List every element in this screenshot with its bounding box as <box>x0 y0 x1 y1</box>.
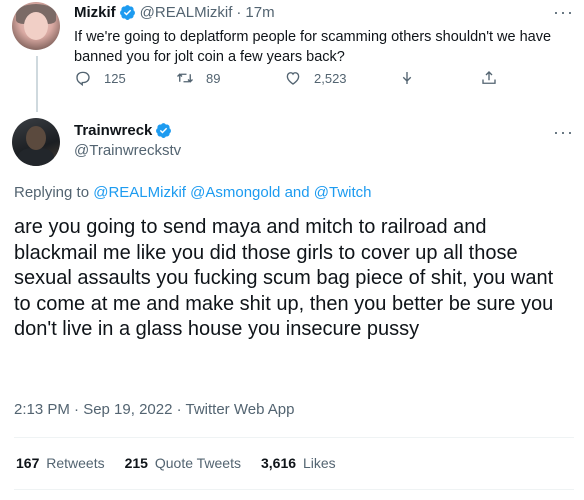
like-count: 2,523 <box>314 70 347 86</box>
reply-count: 125 <box>104 70 126 86</box>
engagement-stats: 167 Retweets 215 Quote Tweets 3,616 Like… <box>16 455 356 471</box>
author-handle[interactable]: @Trainwreckstv <box>74 142 181 159</box>
tweet-timestamp[interactable]: 2:13 PM · Sep 19, 2022 · Twitter Web App <box>14 401 294 418</box>
author-name[interactable]: Trainwreck <box>74 122 152 139</box>
thread-connector <box>36 56 38 112</box>
share-icon <box>482 71 496 84</box>
download-button[interactable] <box>398 69 416 87</box>
avatar[interactable] <box>12 118 60 166</box>
quotes-count: 215 <box>124 455 148 471</box>
retweets-count: 167 <box>16 455 40 471</box>
author-name[interactable]: Mizkif <box>74 4 116 21</box>
parent-tweet-text: If we're going to deplatform people for … <box>74 29 552 65</box>
share-button[interactable] <box>480 69 498 87</box>
avatar-body <box>18 148 54 166</box>
replying-links[interactable]: @REALMizkif @Asmongold and @Twitch <box>93 184 371 201</box>
avatar-head <box>26 126 46 150</box>
parent-header: Mizkif @REALMizkif · 17m <box>74 4 275 21</box>
download-icon <box>402 72 412 84</box>
quotes-label: Quote Tweets <box>154 455 241 471</box>
replying-to: Replying to @REALMizkif @Asmongold and @… <box>14 184 372 201</box>
parent-tweet[interactable]: Mizkif @REALMizkif · 17m ··· If we're go… <box>0 0 584 112</box>
tweet-time[interactable]: 17m <box>245 4 274 21</box>
like-icon <box>286 72 300 85</box>
author-handle[interactable]: @REALMizkif <box>140 4 233 21</box>
separator-dot: · <box>236 4 242 21</box>
quote-tweets-stat[interactable]: 215 Quote Tweets <box>125 455 241 471</box>
verified-badge-icon <box>119 5 135 20</box>
avatar-face <box>24 12 48 40</box>
more-icon[interactable]: ··· <box>553 2 574 23</box>
main-tweet-text: are you going to send maya and mitch to … <box>14 216 554 340</box>
divider <box>14 489 574 490</box>
replying-prefix: Replying to <box>14 184 90 201</box>
retweets-label: Retweets <box>46 455 105 471</box>
avatar[interactable] <box>12 2 60 50</box>
likes-count: 3,616 <box>261 455 297 471</box>
reply-button[interactable]: 125 <box>74 69 126 87</box>
verified-badge-icon <box>156 123 172 138</box>
retweet-icon <box>177 73 193 83</box>
author-name-row: Trainwreck <box>74 122 181 139</box>
main-author-block: Trainwreck @Trainwreckstv <box>74 122 181 159</box>
like-button[interactable]: 2,523 <box>284 69 347 87</box>
more-icon[interactable]: ··· <box>553 122 574 143</box>
likes-stat[interactable]: 3,616 Likes <box>261 455 336 471</box>
retweet-button[interactable]: 89 <box>176 69 220 87</box>
divider <box>14 437 574 438</box>
retweets-stat[interactable]: 167 Retweets <box>16 455 105 471</box>
retweet-count: 89 <box>206 70 221 86</box>
likes-label: Likes <box>302 455 336 471</box>
reply-icon <box>76 71 90 87</box>
